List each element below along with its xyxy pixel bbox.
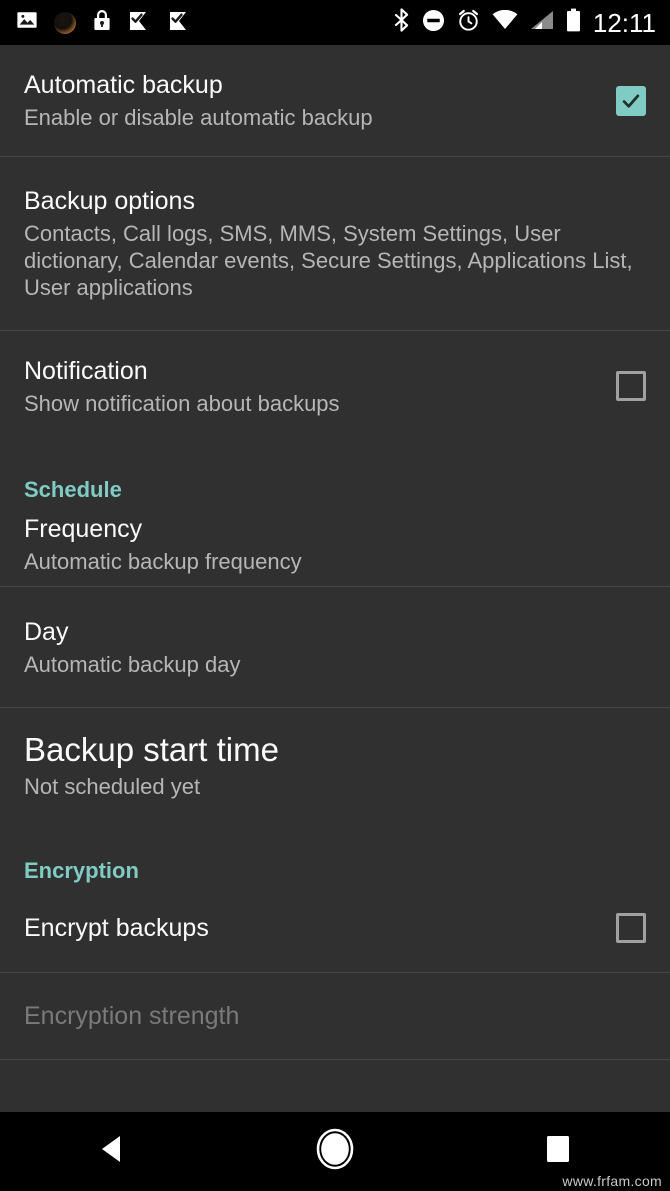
setting-summary: Enable or disable automatic backup [24, 105, 373, 130]
setting-summary: Automatic backup frequency [24, 549, 302, 574]
app-icon [54, 11, 76, 34]
setting-row-text: Frequency Automatic backup frequency [24, 514, 646, 575]
setting-row-text: Backup options Contacts, Call logs, SMS,… [24, 186, 646, 301]
back-button[interactable] [52, 1112, 172, 1191]
divider [0, 1059, 670, 1060]
encrypt-backups-checkbox[interactable] [616, 913, 646, 943]
task-check-icon-2 [168, 8, 192, 37]
back-icon [97, 1133, 127, 1170]
setting-row-text: Day Automatic backup day [24, 617, 646, 678]
setting-summary: Contacts, Call logs, SMS, MMS, System Se… [24, 221, 633, 300]
check-icon [622, 93, 640, 108]
notification-checkbox[interactable] [616, 371, 646, 401]
home-circle-icon [316, 1128, 354, 1175]
recents-square-icon [545, 1134, 571, 1169]
setting-row-text: Notification Show notification about bac… [24, 356, 598, 417]
task-check-icon-1 [128, 8, 152, 37]
status-bar-right-icons: 12:11 [381, 8, 656, 37]
section-header-schedule: Schedule [24, 477, 122, 502]
setting-row-backup-start-time[interactable]: Backup start time Not scheduled yet [0, 708, 670, 822]
home-button[interactable] [275, 1112, 395, 1191]
setting-row-notification[interactable]: Notification Show notification about bac… [0, 331, 670, 441]
setting-title: Notification [24, 356, 148, 385]
setting-row-frequency[interactable]: Frequency Automatic backup frequency [0, 503, 670, 586]
setting-row-text: Encryption strength [24, 1001, 646, 1032]
setting-title: Encrypt backups [24, 913, 209, 942]
setting-title: Backup options [24, 187, 195, 215]
setting-title: Backup start time [24, 731, 279, 768]
setting-summary: Automatic backup day [24, 651, 241, 677]
setting-row-encrypt-backups[interactable]: Encrypt backups [0, 884, 670, 972]
setting-row-backup-options[interactable]: Backup options Contacts, Call logs, SMS,… [0, 157, 670, 330]
setting-title: Day [24, 617, 69, 646]
setting-title: Frequency [24, 515, 143, 543]
automatic-backup-checkbox[interactable] [616, 85, 646, 116]
lock-icon [92, 8, 112, 37]
setting-row-text: Automatic backup Enable or disable autom… [24, 70, 598, 131]
setting-summary: Not scheduled yet [24, 774, 201, 799]
setting-summary: Show notification about backups [24, 390, 340, 416]
setting-row-automatic-backup[interactable]: Automatic backup Enable or disable autom… [0, 45, 670, 156]
setting-title: Automatic backup [24, 71, 223, 99]
image-icon [16, 9, 38, 36]
bluetooth-icon [393, 8, 410, 37]
status-bar-left-icons [16, 8, 208, 37]
setting-row-text: Backup start time Not scheduled yet [24, 730, 646, 800]
signal-icon [530, 10, 554, 35]
do-not-disturb-icon [422, 9, 445, 37]
setting-row-encryption-strength: Encryption strength [0, 973, 670, 1059]
battery-icon [566, 8, 581, 37]
watermark: www.frfam.com [562, 1173, 662, 1189]
status-bar: 12:11 [0, 0, 670, 45]
setting-title: Encryption strength [24, 1001, 240, 1030]
settings-list: Automatic backup Enable or disable autom… [0, 45, 670, 1112]
wifi-icon [492, 9, 518, 35]
alarm-icon [457, 9, 480, 37]
section-header-encryption: Encryption [24, 858, 139, 883]
navigation-bar: www.frfam.com [0, 1112, 670, 1191]
setting-row-day[interactable]: Day Automatic backup day [0, 587, 670, 707]
setting-row-text: Encrypt backups [24, 913, 598, 944]
status-bar-clock: 12:11 [592, 7, 656, 38]
